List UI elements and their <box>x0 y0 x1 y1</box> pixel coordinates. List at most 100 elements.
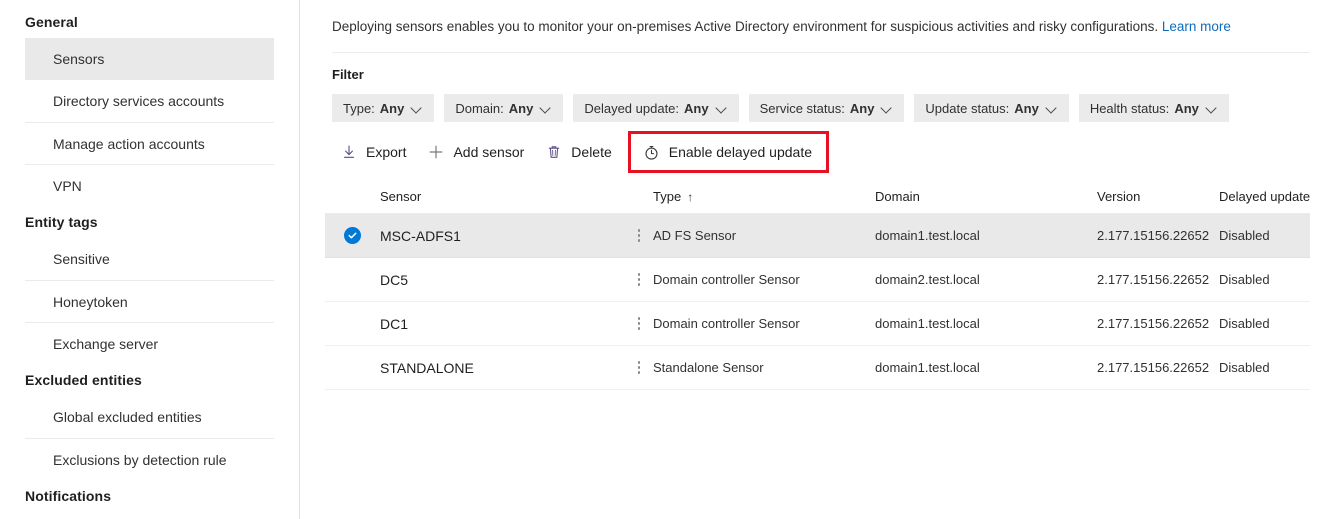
table-header-row: Sensor Type↑ Domain Version Delayed upda… <box>325 180 1310 214</box>
filter-chip-domain[interactable]: Domain:Any <box>444 94 563 122</box>
filter-chip-value: Any <box>1014 101 1039 116</box>
row-more-options-icon[interactable] <box>625 273 653 286</box>
chevron-down-icon <box>1207 103 1218 114</box>
column-header-sensor[interactable]: Sensor <box>380 189 625 204</box>
sidebar-group-title: General <box>0 6 299 38</box>
column-header-version[interactable]: Version <box>1097 189 1219 204</box>
table-row[interactable]: DC5 Domain controller Sensordomain2.test.… <box>325 258 1310 302</box>
filter-chip-service-status[interactable]: Service status: Any <box>749 94 905 122</box>
chevron-down-icon <box>717 103 728 114</box>
cell-delayed-update: Disabled <box>1219 360 1320 375</box>
filter-chip-name: Update status: <box>925 101 1009 116</box>
download-icon <box>341 144 357 160</box>
cell-sensor: MSC-ADFS1 <box>380 228 625 244</box>
chevron-down-icon <box>541 103 552 114</box>
filter-chip-name: Service status: <box>760 101 845 116</box>
cell-version: 2.177.15156.22652 <box>1097 360 1219 375</box>
filter-label: Filter <box>300 53 1320 82</box>
sidebar-item-label: Sensors <box>53 51 104 67</box>
filter-chip-value: Any <box>684 101 709 116</box>
cell-type: Standalone Sensor <box>653 360 875 375</box>
sidebar-group-title: Excluded entities <box>0 364 299 396</box>
export-button[interactable]: Export <box>332 136 419 168</box>
cell-delayed-update: Disabled <box>1219 228 1320 243</box>
sidebar-item-exclusions-by-detection-rule[interactable]: Exclusions by detection rule <box>25 438 274 480</box>
trash-icon <box>546 144 562 160</box>
sensors-table: Sensor Type↑ Domain Version Delayed upda… <box>325 180 1310 390</box>
sensors-settings-page: General Sensors Directory services account… <box>0 0 1320 519</box>
sidebar-item-vpn[interactable]: VPN <box>25 164 274 206</box>
enable-delayed-update-button[interactable]: Enable delayed update <box>631 134 826 170</box>
sidebar-item-sensitive[interactable]: Sensitive <box>25 238 274 280</box>
filter-chip-value: Any <box>380 101 405 116</box>
column-header-type[interactable]: Type ↑ <box>653 189 875 204</box>
sidebar-item-label: Exclusions by detection rule <box>53 452 227 468</box>
sidebar-item-global-excluded-entities[interactable]: Global excluded entities <box>25 396 274 438</box>
add-sensor-button[interactable]: Add sensor <box>419 136 537 168</box>
sidebar-item-label: Global excluded entities <box>53 409 202 425</box>
chevron-down-icon <box>882 103 893 114</box>
add-sensor-label: Add sensor <box>453 144 524 160</box>
sidebar-item-label: VPN <box>53 178 82 194</box>
cell-version: 2.177.15156.22652 <box>1097 316 1219 331</box>
column-header-delayed-update[interactable]: Delayed update <box>1219 189 1320 204</box>
row-more-options-icon[interactable] <box>625 229 653 242</box>
cell-version: 2.177.15156.22652 <box>1097 272 1219 287</box>
filter-chip-name: Health status: <box>1090 101 1170 116</box>
sensors-main-panel: Deploying sensors enables you to monitor… <box>300 0 1320 519</box>
chevron-down-icon <box>412 103 423 114</box>
filter-chip-type[interactable]: Type: Any <box>332 94 434 122</box>
filter-chip-update-status[interactable]: Update status: Any <box>914 94 1068 122</box>
filter-chip-name: Domain: <box>455 101 503 116</box>
command-toolbar: Export Add sensor Delete <box>300 132 1320 172</box>
table-row[interactable]: DC1 Domain controller Sensordomain1.test.… <box>325 302 1310 346</box>
info-banner-text: Deploying sensors enables you to monitor… <box>332 19 1158 34</box>
filter-chip-health-status[interactable]: Health status:Any <box>1079 94 1229 122</box>
sidebar-item-exchange-server[interactable]: Exchange server <box>25 322 274 364</box>
column-header-domain[interactable]: Domain <box>875 189 1097 204</box>
filter-chip-value: Any <box>850 101 875 116</box>
sidebar-item-label: Honeytoken <box>53 294 128 310</box>
column-header-type-label: Type <box>653 189 681 204</box>
cell-domain: domain1.test.local <box>875 316 1097 331</box>
row-more-options-icon[interactable] <box>625 317 653 330</box>
row-more-options-icon[interactable] <box>625 361 653 374</box>
sidebar-item-directory-services-accounts[interactable]: Directory services accounts <box>25 80 274 122</box>
cell-type: AD FS Sensor <box>653 228 875 243</box>
filter-chip-delayed-update[interactable]: Delayed update: Any <box>573 94 738 122</box>
filter-chip-name: Type: <box>343 101 375 116</box>
sidebar-group-title: Entity tags <box>0 206 299 238</box>
filter-chip-row: Type:AnyDomain:AnyDelayed update:AnyServ… <box>300 82 1320 122</box>
cell-delayed-update: Disabled <box>1219 272 1320 287</box>
sidebar-item-honeytoken[interactable]: Honeytoken <box>25 280 274 322</box>
sidebar-item-label: Directory services accounts <box>53 93 224 109</box>
sidebar-item-manage-action-accounts[interactable]: Manage action accounts <box>25 122 274 164</box>
sort-ascending-icon: ↑ <box>687 190 693 204</box>
table-row[interactable]: MSC-ADFS1 AD FS Sensordomain1.test.local2… <box>325 214 1310 258</box>
cell-sensor: DC1 <box>380 316 625 332</box>
filter-chip-name: Delayed update: <box>584 101 679 116</box>
cell-sensor: DC5 <box>380 272 625 288</box>
sidebar-group-title: Notifications <box>0 480 299 512</box>
plus-icon <box>428 144 444 160</box>
export-label: Export <box>366 144 406 160</box>
timer-icon <box>643 144 660 161</box>
cell-domain: domain1.test.local <box>875 228 1097 243</box>
settings-sidebar: General Sensors Directory services account… <box>0 0 300 519</box>
enable-delayed-update-label: Enable delayed update <box>669 144 812 160</box>
table-row[interactable]: STANDALONEStandalone Sensordomain1.test.… <box>325 346 1310 390</box>
cell-domain: domain2.test.local <box>875 272 1097 287</box>
cell-delayed-update: Disabled <box>1219 316 1320 331</box>
chevron-down-icon <box>1047 103 1058 114</box>
sidebar-item-sensors[interactable]: Sensors <box>25 38 274 80</box>
sidebar-item-label: Manage action accounts <box>53 136 205 152</box>
cell-domain: domain1.test.local <box>875 360 1097 375</box>
sidebar-item-label: Sensitive <box>53 251 110 267</box>
sidebar-item-label: Exchange server <box>53 336 158 352</box>
row-checkbox[interactable] <box>325 227 380 244</box>
learn-more-link[interactable]: Learn more <box>1162 19 1231 34</box>
delete-button[interactable]: Delete <box>537 136 624 168</box>
cell-version: 2.177.15156.22652 <box>1097 228 1219 243</box>
cell-type: Domain controller Sensor <box>653 316 875 331</box>
cell-type: Domain controller Sensor <box>653 272 875 287</box>
